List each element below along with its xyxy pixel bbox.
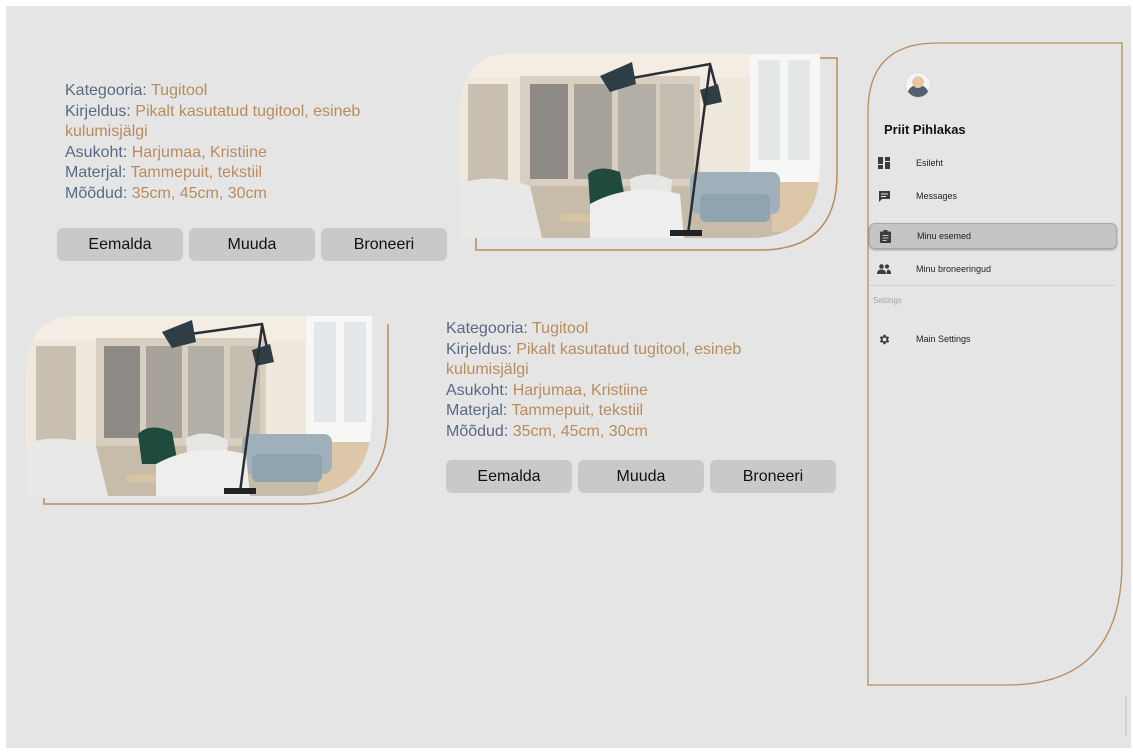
listing-field-description: Kirjeldus: Pikalt kasutatud tugitool, es… bbox=[446, 340, 742, 379]
sidebar-item-label: Minu esemed bbox=[917, 231, 972, 241]
sidebar-item-minu-broneeringud[interactable]: Minu broneeringud bbox=[869, 256, 1117, 282]
user-name: Priit Pihlakas bbox=[884, 122, 966, 137]
listing-field-location: Asukoht: Harjumaa, Kristiine bbox=[65, 143, 267, 161]
listing-1-details: Kategooria: Tugitool Kirjeldus: Pikalt k… bbox=[65, 81, 405, 204]
sidebar-divider bbox=[869, 285, 1115, 286]
book-button[interactable]: Broneeri bbox=[710, 460, 836, 493]
settings-section-label: Settings bbox=[873, 296, 902, 305]
dashboard-icon bbox=[877, 156, 891, 170]
sidebar-item-messages[interactable]: Messages bbox=[869, 183, 1117, 209]
sidebar-item-esileht[interactable]: Esileht bbox=[869, 150, 1117, 176]
listing-field-category: Kategooria: Tugitool bbox=[65, 82, 208, 99]
sidebar-item-label: Minu broneeringud bbox=[916, 264, 992, 274]
edit-button[interactable]: Muuda bbox=[578, 460, 704, 493]
listing-field-category: Kategooria: Tugitool bbox=[446, 320, 589, 337]
message-icon bbox=[877, 189, 891, 203]
avatar[interactable] bbox=[905, 72, 931, 98]
listing-field-location: Asukoht: Harjumaa, Kristiine bbox=[446, 381, 648, 399]
clipboard-icon bbox=[878, 229, 892, 243]
remove-button[interactable]: Eemalda bbox=[446, 460, 572, 493]
listing-1-actions: Eemalda Muuda Broneeri bbox=[57, 228, 447, 261]
gear-icon bbox=[877, 332, 891, 346]
listing-field-material: Materjal: Tammepuit, tekstiil bbox=[446, 402, 644, 419]
people-icon bbox=[877, 262, 891, 276]
remove-button[interactable]: Eemalda bbox=[57, 228, 183, 261]
sidebar-item-label: Messages bbox=[916, 191, 958, 201]
book-button[interactable]: Broneeri bbox=[321, 228, 447, 261]
listing-field-description: Kirjeldus: Pikalt kasutatud tugitool, es… bbox=[65, 102, 361, 141]
listing-1-photo bbox=[460, 54, 838, 251]
edit-button[interactable]: Muuda bbox=[189, 228, 315, 261]
listing-field-material: Materjal: Tammepuit, tekstiil bbox=[65, 164, 263, 181]
listing-2-details: Kategooria: Tugitool Kirjeldus: Pikalt k… bbox=[446, 319, 786, 442]
scrollbar[interactable] bbox=[1125, 696, 1127, 736]
listing-field-dimensions: Mõõdud: 35cm, 45cm, 30cm bbox=[446, 422, 648, 440]
sidebar-item-main-settings[interactable]: Main Settings bbox=[869, 326, 1117, 352]
listing-2-actions: Eemalda Muuda Broneeri bbox=[446, 460, 836, 493]
sidebar-item-label: Main Settings bbox=[916, 334, 971, 344]
listing-2-photo bbox=[26, 316, 389, 505]
sidebar: Priit Pihlakas Esileht Messages Minu ese… bbox=[867, 42, 1124, 686]
listing-field-dimensions: Mõõdud: 35cm, 45cm, 30cm bbox=[65, 184, 267, 202]
sidebar-item-label: Esileht bbox=[916, 158, 944, 168]
sidebar-item-minu-esemed[interactable]: Minu esemed bbox=[869, 223, 1117, 249]
app-container: Kategooria: Tugitool Kirjeldus: Pikalt k… bbox=[6, 6, 1131, 748]
